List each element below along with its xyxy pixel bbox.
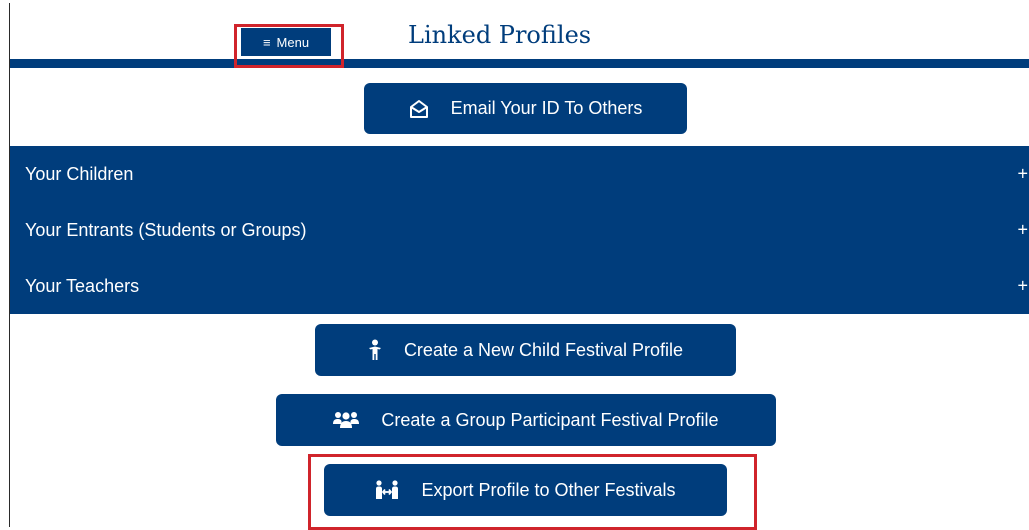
export-profile-label: Export Profile to Other Festivals (421, 479, 676, 500)
menu-button-label: Menu (276, 34, 310, 50)
accordion-item-children[interactable]: Your Children + (10, 146, 1029, 202)
expand-plus-icon[interactable]: + (1017, 276, 1028, 297)
accordion-item-entrants[interactable]: Your Entrants (Students or Groups) + (10, 202, 1029, 258)
accordion-item-teachers[interactable]: Your Teachers + (10, 258, 1029, 314)
menu-button[interactable]: ≡ Menu (241, 28, 331, 56)
hamburger-icon: ≡ (262, 34, 271, 50)
accordion-item-label: Your Children (25, 163, 134, 184)
export-profile-button[interactable]: Export Profile to Other Festivals (324, 464, 727, 516)
page-frame: ≡ Menu Linked Profiles Email Your ID To … (9, 3, 1029, 530)
expand-plus-icon[interactable]: + (1017, 164, 1028, 185)
child-icon (368, 339, 382, 361)
expand-plus-icon[interactable]: + (1017, 220, 1028, 241)
header-divider (10, 59, 1029, 68)
page-title: Linked Profiles (408, 21, 592, 49)
email-id-button-label: Email Your ID To Others (450, 98, 643, 118)
create-child-profile-button[interactable]: Create a New Child Festival Profile (315, 324, 736, 376)
create-child-profile-label: Create a New Child Festival Profile (403, 339, 684, 360)
accordion-item-label: Your Teachers (25, 275, 140, 296)
create-group-profile-button[interactable]: Create a Group Participant Festival Prof… (276, 394, 776, 446)
users-icon (333, 411, 360, 429)
create-group-profile-label: Create a Group Participant Festival Prof… (381, 409, 719, 430)
page-header: ≡ Menu Linked Profiles (10, 3, 1029, 59)
people-arrows-icon (375, 480, 399, 500)
envelope-open-icon (409, 99, 429, 119)
linked-profiles-accordion: Your Children + Your Entrants (Students … (10, 146, 1029, 314)
accordion-item-label: Your Entrants (Students or Groups) (25, 219, 307, 240)
email-id-button[interactable]: Email Your ID To Others (364, 83, 687, 134)
